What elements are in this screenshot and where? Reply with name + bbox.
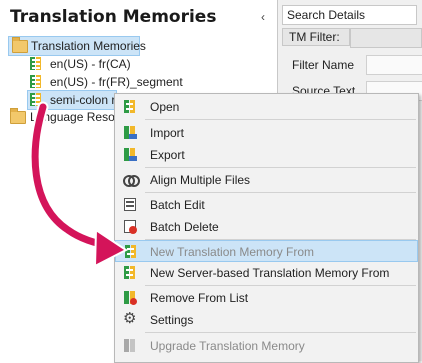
annotation-arrow (29, 101, 128, 268)
